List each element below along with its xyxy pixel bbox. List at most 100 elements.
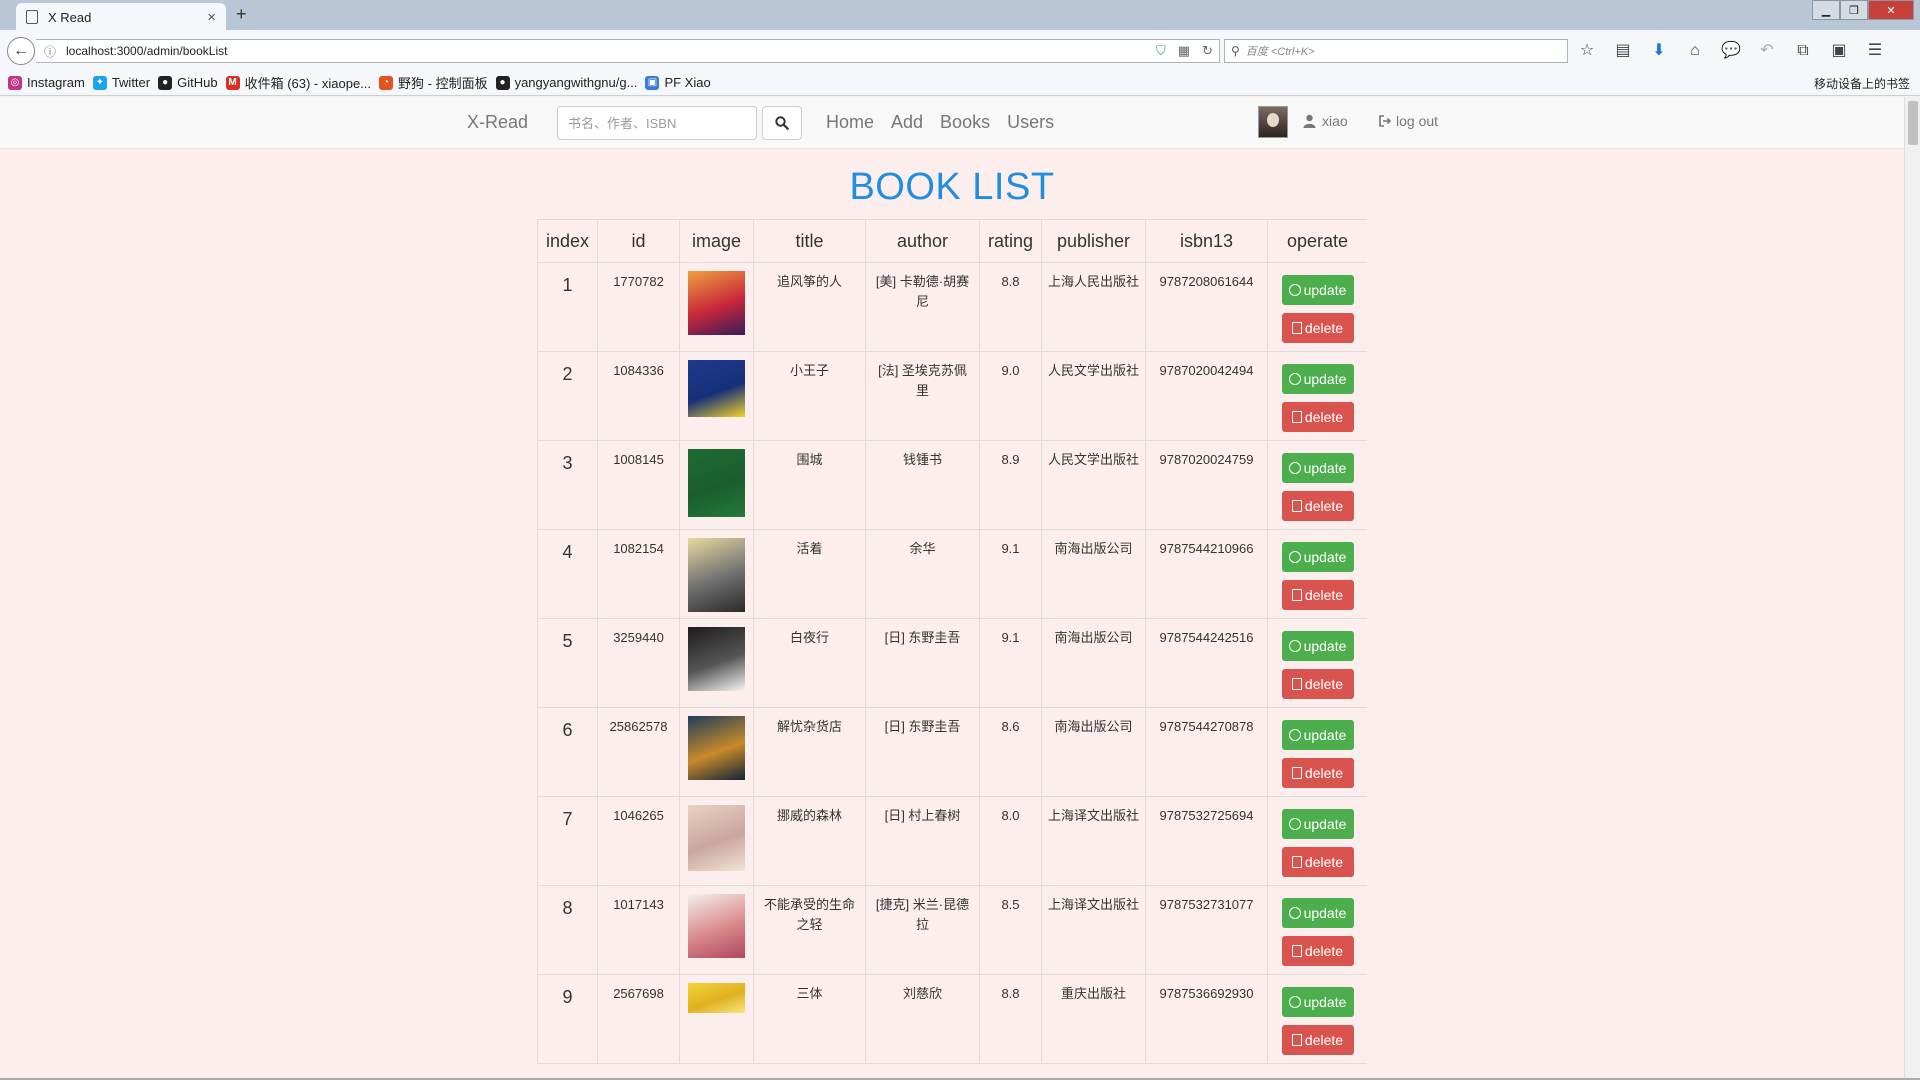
address-bar[interactable]: ⓘ localhost:3000/admin/bookList ⛉ ▦ ↻ bbox=[36, 39, 1220, 63]
book-cover-image[interactable] bbox=[688, 805, 745, 871]
search-icon: ⚲ bbox=[1231, 44, 1240, 58]
cell-isbn13: 9787020024759 bbox=[1145, 440, 1268, 530]
gmail-icon: M bbox=[225, 75, 240, 90]
tab-title: X Read bbox=[48, 9, 92, 25]
screenshot-icon[interactable]: ▣ bbox=[1828, 41, 1850, 61]
cell-image bbox=[679, 262, 754, 352]
book-cover-image[interactable] bbox=[688, 894, 745, 958]
update-button[interactable]: update bbox=[1281, 898, 1354, 928]
browser-search-placeholder[interactable]: 百度 <Ctrl+K> bbox=[1246, 43, 1315, 59]
trash-icon bbox=[1291, 945, 1302, 957]
qr-code-icon[interactable]: ▦ bbox=[1178, 43, 1190, 59]
delete-button[interactable]: delete bbox=[1281, 669, 1354, 699]
update-button[interactable]: update bbox=[1281, 275, 1354, 305]
search-button[interactable] bbox=[762, 106, 802, 140]
bookmark-item[interactable]: M 收件箱 (63) - xiaope... bbox=[225, 73, 372, 92]
tab-close-icon[interactable]: × bbox=[207, 9, 216, 26]
home-icon[interactable]: ⌂ bbox=[1684, 41, 1706, 61]
cell-index: 4 bbox=[537, 529, 598, 619]
update-button[interactable]: update bbox=[1281, 809, 1354, 839]
book-search-input[interactable] bbox=[557, 106, 757, 140]
update-button[interactable]: update bbox=[1281, 987, 1354, 1017]
delete-button[interactable]: delete bbox=[1281, 936, 1354, 966]
brand-logo[interactable]: X-Read bbox=[467, 112, 528, 133]
window-close-icon[interactable]: ✕ bbox=[1868, 0, 1914, 20]
nav-add[interactable]: Add bbox=[891, 112, 923, 133]
menu-icon[interactable]: ☰ bbox=[1864, 41, 1886, 61]
minimize-icon[interactable]: ▁ bbox=[1812, 0, 1840, 20]
cell-operate: update delete bbox=[1267, 707, 1367, 797]
cell-publisher: 重庆出版社 bbox=[1041, 974, 1146, 1064]
crop-icon[interactable]: ⧉ bbox=[1792, 41, 1814, 61]
bookmark-item[interactable]: ▣ PF Xiao bbox=[645, 75, 711, 90]
update-button[interactable]: update bbox=[1281, 542, 1354, 572]
bookmark-item[interactable]: ◎ Instagram bbox=[8, 75, 85, 90]
vertical-scrollbar[interactable] bbox=[1904, 97, 1920, 1080]
undo-icon[interactable]: ↶ bbox=[1756, 41, 1778, 61]
book-cover-image[interactable] bbox=[688, 538, 745, 612]
mobile-bookmarks-link[interactable]: 移动设备上的书签 bbox=[1814, 75, 1910, 92]
browser-search-box[interactable]: ⚲ 百度 <Ctrl+K> bbox=[1224, 39, 1568, 63]
bookmark-label: 收件箱 (63) - xiaope... bbox=[244, 76, 372, 91]
delete-button[interactable]: delete bbox=[1281, 313, 1354, 343]
toolbar-icons: ☆ ▤ ⬇ ⌂ 💬 ↶ ⧉ ▣ ☰ bbox=[1576, 41, 1886, 61]
logout-label: log out bbox=[1396, 113, 1439, 129]
update-label: update bbox=[1303, 994, 1347, 1010]
cell-isbn13: 9787532725694 bbox=[1145, 796, 1268, 886]
arrow-circle-icon bbox=[1288, 640, 1301, 652]
reload-icon[interactable]: ↻ bbox=[1202, 43, 1213, 59]
arrow-circle-icon bbox=[1288, 818, 1301, 830]
url-text[interactable]: localhost:3000/admin/bookList bbox=[66, 44, 1150, 58]
back-arrow-icon[interactable]: ← bbox=[7, 37, 35, 65]
column-header-image: image bbox=[679, 219, 754, 263]
book-cover-image[interactable] bbox=[688, 360, 745, 417]
book-cover-image[interactable] bbox=[688, 983, 745, 1013]
nav-users[interactable]: Users bbox=[1007, 112, 1054, 133]
cell-operate: update delete bbox=[1267, 974, 1367, 1064]
chat-icon[interactable]: 💬 bbox=[1720, 41, 1742, 61]
maximize-icon[interactable]: ❐ bbox=[1840, 0, 1868, 20]
update-button[interactable]: update bbox=[1281, 631, 1354, 661]
cell-isbn13: 9787208061644 bbox=[1145, 262, 1268, 352]
update-button[interactable]: update bbox=[1281, 720, 1354, 750]
scrollbar-thumb[interactable] bbox=[1908, 101, 1918, 145]
update-label: update bbox=[1303, 638, 1347, 654]
browser-tab[interactable]: X Read × bbox=[16, 3, 226, 31]
site-info-icon[interactable]: ⓘ bbox=[44, 43, 56, 60]
delete-label: delete bbox=[1304, 943, 1344, 959]
cell-rating: 8.0 bbox=[979, 796, 1042, 886]
delete-button[interactable]: delete bbox=[1281, 1025, 1354, 1055]
cell-operate: update delete bbox=[1267, 262, 1367, 352]
wilddog-icon: ◔ bbox=[379, 75, 394, 90]
delete-button[interactable]: delete bbox=[1281, 758, 1354, 788]
book-cover-image[interactable] bbox=[688, 449, 745, 517]
column-header-isbn13: isbn13 bbox=[1145, 219, 1268, 263]
bookmark-item[interactable]: ● yangyangwithgnu/g... bbox=[495, 75, 637, 90]
book-cover-image[interactable] bbox=[688, 271, 745, 335]
user-menu[interactable]: xiao bbox=[1303, 113, 1348, 129]
update-button[interactable]: update bbox=[1281, 364, 1354, 394]
new-tab-button[interactable]: + bbox=[236, 4, 247, 25]
book-cover-image[interactable] bbox=[688, 716, 745, 780]
column-header-publisher: publisher bbox=[1041, 219, 1146, 263]
bookmark-item[interactable]: ✦ Twitter bbox=[92, 75, 150, 90]
delete-button[interactable]: delete bbox=[1281, 847, 1354, 877]
avatar[interactable] bbox=[1258, 106, 1288, 138]
bookmark-star-icon[interactable]: ☆ bbox=[1576, 41, 1598, 61]
book-cover-image[interactable] bbox=[688, 627, 745, 691]
logout-link[interactable]: log out bbox=[1378, 113, 1438, 129]
cell-operate: update delete bbox=[1267, 529, 1367, 619]
cell-index: 9 bbox=[537, 974, 598, 1064]
delete-button[interactable]: delete bbox=[1281, 491, 1354, 521]
nav-home[interactable]: Home bbox=[826, 112, 874, 133]
delete-button[interactable]: delete bbox=[1281, 402, 1354, 432]
nav-books[interactable]: Books bbox=[940, 112, 990, 133]
bookmark-item[interactable]: ◔ 野狗 - 控制面板 bbox=[379, 73, 488, 92]
reading-list-icon[interactable]: ▤ bbox=[1612, 41, 1634, 61]
update-button[interactable]: update bbox=[1281, 453, 1354, 483]
delete-button[interactable]: delete bbox=[1281, 580, 1354, 610]
download-icon[interactable]: ⬇ bbox=[1648, 41, 1670, 61]
trash-icon bbox=[1291, 856, 1302, 868]
shield-icon[interactable]: ⛉ bbox=[1156, 43, 1166, 59]
bookmark-item[interactable]: ● GitHub bbox=[158, 75, 218, 90]
